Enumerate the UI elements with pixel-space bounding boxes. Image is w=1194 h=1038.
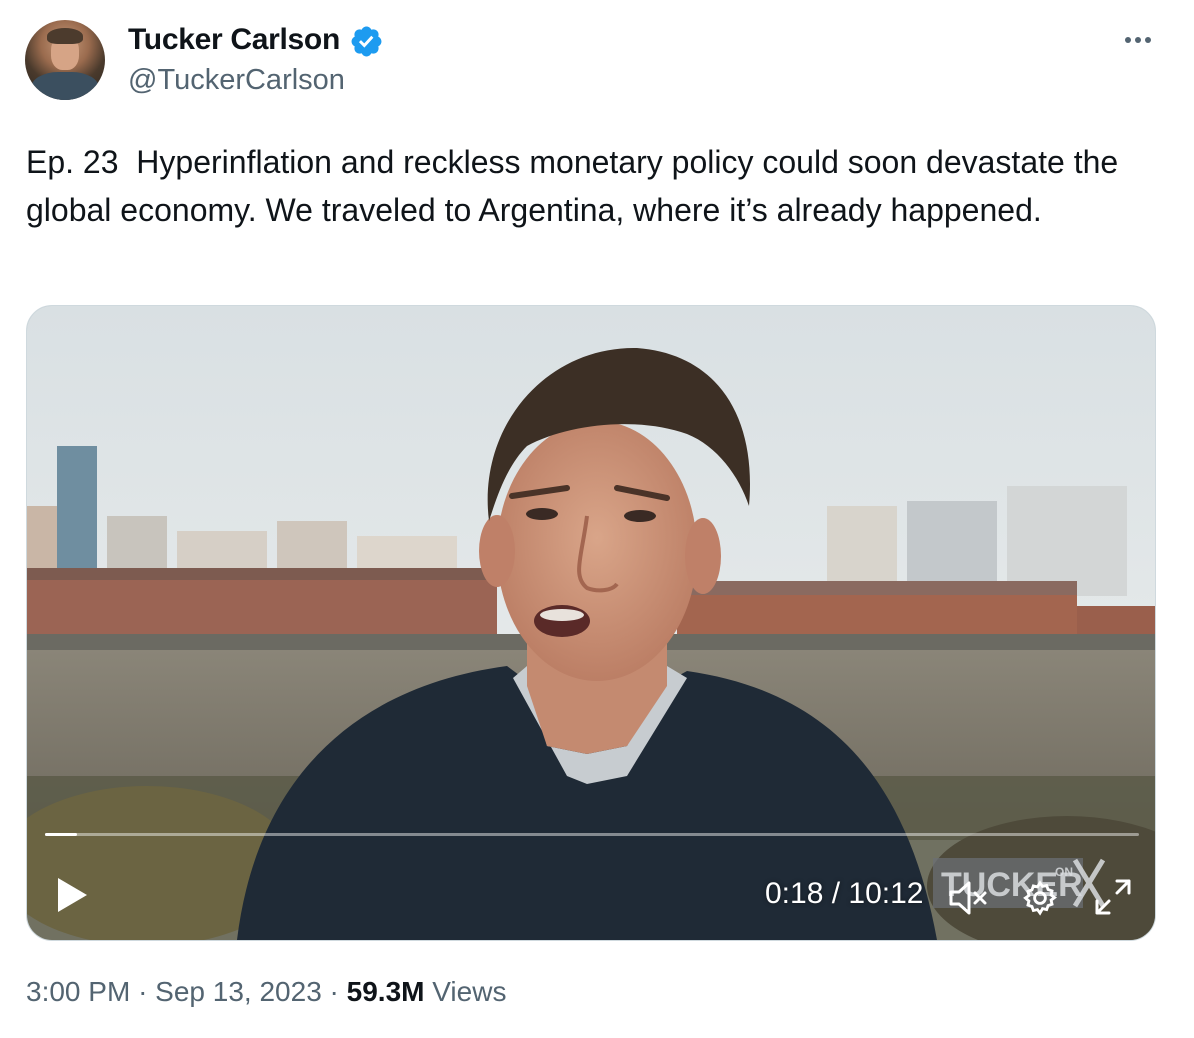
author-avatar[interactable] [25, 20, 105, 100]
views-count: 59.3M [346, 976, 425, 1007]
fullscreen-icon[interactable] [1093, 877, 1133, 917]
tweet-text: Ep. 23 Hyperinflation and reckless monet… [26, 144, 1128, 228]
play-icon[interactable] [55, 876, 89, 914]
tweet-time[interactable]: 3:00 PM [26, 976, 130, 1007]
video-player[interactable]: 0:18 / 10:12 TUCKER ON [26, 305, 1156, 941]
separator: · [329, 976, 339, 1007]
video-progress-bar[interactable] [45, 833, 1139, 836]
verified-badge-icon [351, 26, 382, 57]
more-options-icon[interactable] [1121, 26, 1155, 54]
views-label: Views [432, 976, 507, 1007]
video-time-display: 0:18 / 10:12 [765, 877, 924, 910]
video-progress-fill [45, 833, 77, 836]
gear-icon[interactable] [1021, 879, 1059, 917]
author-name[interactable]: Tucker Carlson [128, 23, 340, 57]
author-handle[interactable]: @TuckerCarlson [128, 64, 345, 97]
separator: · [138, 976, 148, 1007]
svg-text:ON: ON [1055, 865, 1073, 879]
tweet-date[interactable]: Sep 13, 2023 [155, 976, 322, 1007]
muted-speaker-icon[interactable] [947, 879, 989, 917]
tweet-metadata: 3:00 PM · Sep 13, 2023 · 59.3M Views [26, 976, 506, 1008]
video-frame [27, 306, 1155, 940]
